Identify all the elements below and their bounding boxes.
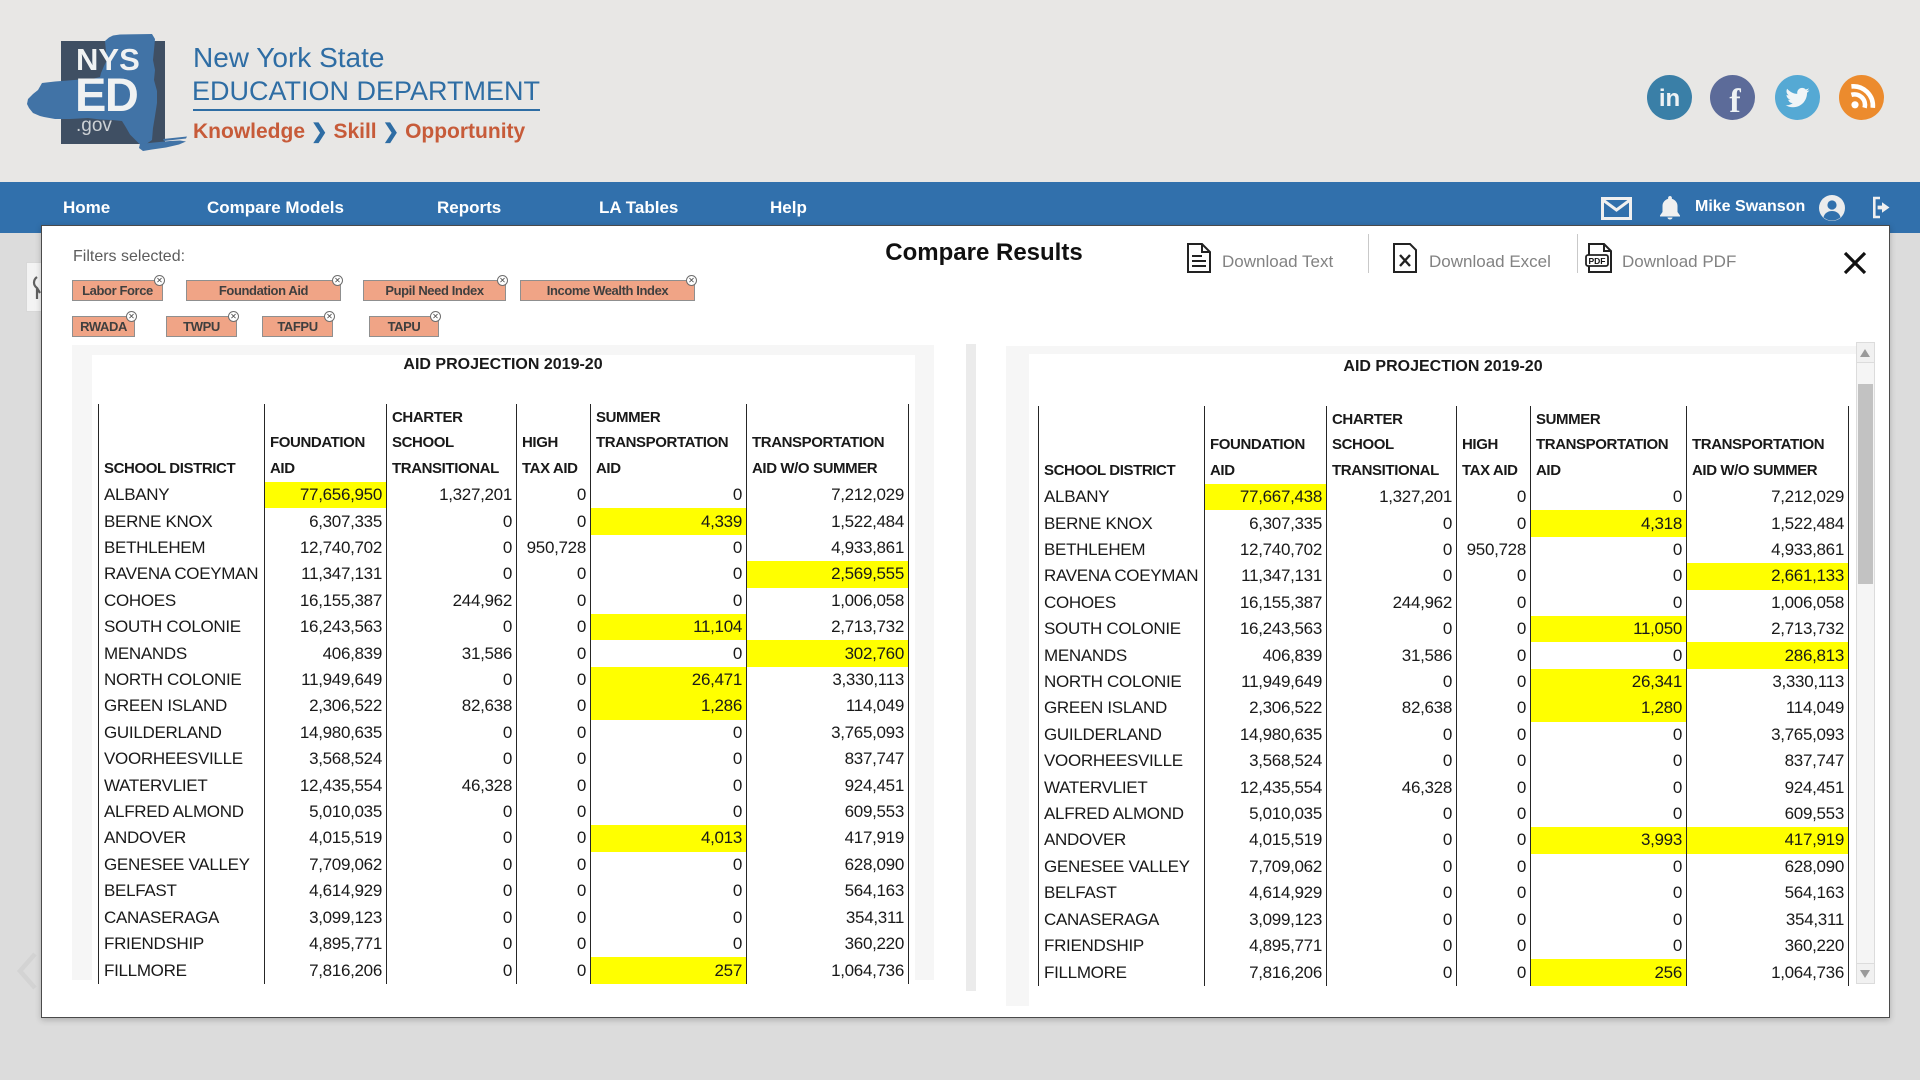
svg-text:in: in [1659, 85, 1680, 112]
svg-text:f: f [1729, 83, 1741, 120]
svg-text:PDF: PDF [1589, 256, 1606, 266]
